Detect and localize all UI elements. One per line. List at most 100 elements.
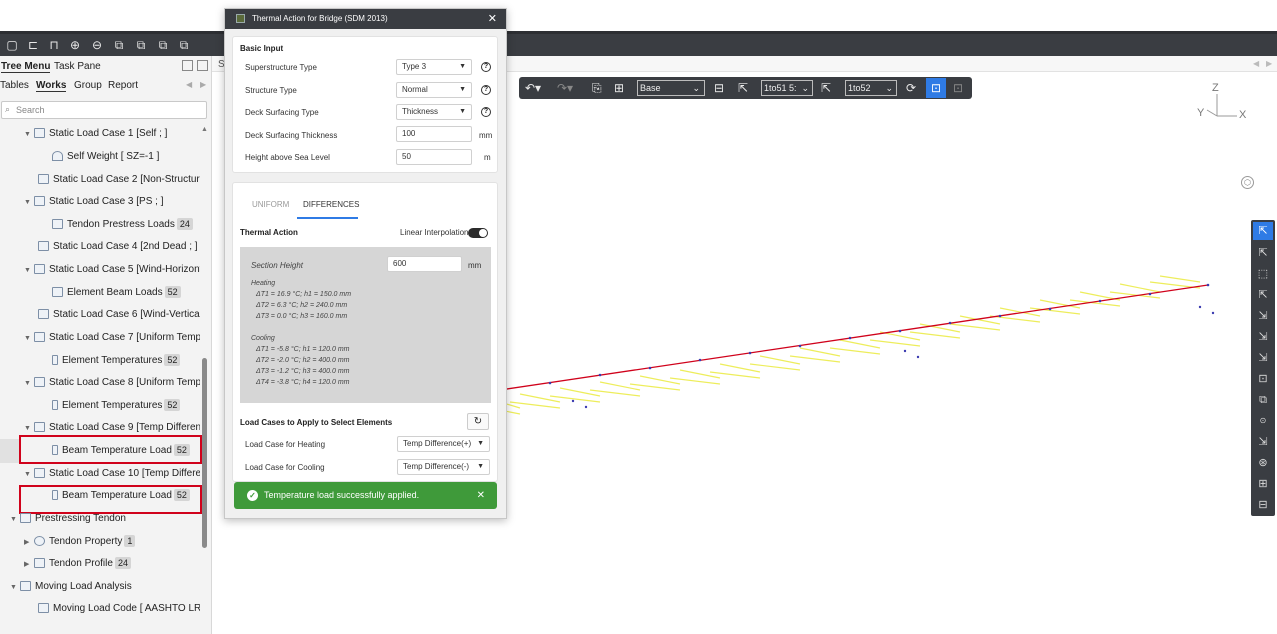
base-select[interactable]: Base ⌄ xyxy=(637,80,705,96)
refresh-icon[interactable]: ⟳ xyxy=(906,80,916,96)
chevron-left-icon[interactable]: ◀ xyxy=(186,80,192,89)
expand-arrow-icon[interactable]: ▼ xyxy=(24,329,34,348)
tree-item-static-load-case-7[interactable]: ▼ Static Load Case 7 [Uniform Temp(- xyxy=(24,328,200,348)
expand-arrow-icon[interactable]: ▼ xyxy=(24,465,34,484)
document-icon[interactable]: ⎘ xyxy=(592,80,602,96)
heating-load-case-select[interactable]: Temp Difference(+) ▼ xyxy=(397,436,490,452)
view-box-icon[interactable]: ⧉ xyxy=(112,38,126,52)
chevron-right-icon[interactable]: ▶ xyxy=(200,80,206,89)
layout-icon[interactable] xyxy=(182,60,193,71)
expand-arrow-icon[interactable]: ▶ xyxy=(24,533,34,552)
caret-down-icon: ▼ xyxy=(459,108,466,115)
section-height-input[interactable]: 600 xyxy=(387,256,462,272)
deck-surfacing-thickness-input[interactable]: 100 xyxy=(396,126,472,142)
filter-icon[interactable]: ⊞ xyxy=(614,80,624,96)
tree-item-prestressing-tendon[interactable]: ▼ Prestressing Tendon xyxy=(10,509,200,529)
tree-item-element-temperatures[interactable]: Element Temperatures 52 xyxy=(52,351,202,371)
cooling-load-case-select[interactable]: Temp Difference(-) ▼ xyxy=(397,459,490,475)
expand-arrow-icon[interactable]: ▼ xyxy=(24,125,34,144)
help-icon[interactable]: ? xyxy=(481,85,491,95)
tab-tables[interactable]: Tables xyxy=(0,80,29,91)
new-file-icon[interactable]: ▢ xyxy=(5,38,19,52)
pointer-icon[interactable]: ⇱ xyxy=(738,80,748,96)
select-plane-icon[interactable]: ⇲ xyxy=(1255,329,1271,345)
tree-item-moving-load-analysis[interactable]: ▼ Moving Load Analysis xyxy=(10,577,200,597)
select-line-icon[interactable]: ⇲ xyxy=(1255,308,1271,324)
tab-group[interactable]: Group xyxy=(74,80,102,91)
close-icon[interactable]: ✕ xyxy=(477,482,485,509)
tab-tree-menu[interactable]: Tree Menu xyxy=(1,61,51,73)
chevron-left-icon[interactable]: ◀ xyxy=(1253,59,1259,68)
tree-item-static-load-case-10[interactable]: ▼ Static Load Case 10 [Temp Differen xyxy=(24,464,200,484)
unlock-icon[interactable]: ⊡ xyxy=(931,80,941,96)
tab-works[interactable]: Works xyxy=(36,80,67,92)
grid-icon[interactable]: ⊟ xyxy=(714,80,724,96)
expand-arrow-icon[interactable]: ▼ xyxy=(24,261,34,280)
select-icon[interactable]: ⇱ xyxy=(1255,223,1271,239)
expand-arrow-icon[interactable]: ▼ xyxy=(24,193,34,212)
deck-surfacing-type-select[interactable]: Thickness ▼ xyxy=(396,104,472,120)
tab-differences[interactable]: DIFFERENCES xyxy=(303,200,359,209)
tree-item-static-load-case-1[interactable]: ▼ Static Load Case 1 [Self ; ] xyxy=(24,124,204,144)
view-box-4-icon[interactable]: ⧉ xyxy=(177,38,191,52)
tree-item-static-load-case-8[interactable]: ▼ Static Load Case 8 [Uniform Temp(- xyxy=(24,373,200,393)
select-group-icon[interactable]: ⊛ xyxy=(1255,455,1271,471)
dialog-title: Thermal Action for Bridge (SDM 2013) xyxy=(252,14,388,23)
expand-arrow-icon[interactable]: ▼ xyxy=(10,510,20,529)
tree-item-element-temperatures[interactable]: Element Temperatures 52 xyxy=(52,396,202,416)
chevron-right-icon[interactable]: ▶ xyxy=(1266,59,1272,68)
tree-item-static-load-case-3[interactable]: ▼ Static Load Case 3 [PS ; ] xyxy=(24,192,204,212)
lock-icon[interactable]: ⊡ xyxy=(953,80,963,96)
dialog-title-bar[interactable]: Thermal Action for Bridge (SDM 2013) ✕ xyxy=(225,9,506,29)
select-polygon-icon[interactable]: ⇱ xyxy=(1255,287,1271,303)
height-above-sea-input[interactable]: 50 xyxy=(396,149,472,165)
tree-item-tendon-prestress-loads[interactable]: Tendon Prestress Loads 24 xyxy=(52,215,202,235)
tree-item-moving-load-code[interactable]: Moving Load Code [ AASHTO LRFD xyxy=(38,599,200,619)
tree-item-tendon-property[interactable]: ▶ Tendon Property 1 xyxy=(24,532,200,552)
scroll-up-icon[interactable]: ▲ xyxy=(201,126,208,133)
tree-item-static-load-case-6[interactable]: Static Load Case 6 [Wind-Vertical ; xyxy=(38,305,200,325)
select-element-icon[interactable]: ⇲ xyxy=(1255,434,1271,450)
expand-arrow-icon[interactable]: ▼ xyxy=(10,578,20,597)
undo-icon[interactable]: ↶▾ xyxy=(525,80,541,96)
select-solid-icon[interactable]: ⧉ xyxy=(1255,392,1271,408)
folder-icon[interactable]: ⊓ xyxy=(47,38,61,52)
tree-item-label: Static Load Case 3 [PS ; ] xyxy=(49,196,164,207)
tab-task-pane[interactable]: Task Pane xyxy=(54,61,101,72)
refresh-button[interactable]: ↻ xyxy=(467,413,489,430)
select-property-icon[interactable]: ⊞ xyxy=(1255,476,1271,492)
expand-arrow-icon[interactable]: ▶ xyxy=(24,555,34,574)
tab-uniform[interactable]: UNIFORM xyxy=(252,200,289,209)
tree-item-self-weight[interactable]: Self Weight [ SZ=-1 ] xyxy=(52,147,202,167)
select-frame-icon[interactable]: ⊡ xyxy=(1255,371,1271,387)
split-layout-icon[interactable] xyxy=(197,60,208,71)
tree-scrollbar[interactable] xyxy=(202,358,207,548)
select-node-icon[interactable]: ⊙ xyxy=(1255,413,1271,429)
select-identify-icon[interactable]: ⊟ xyxy=(1255,497,1271,513)
structure-type-select[interactable]: Normal ▼ xyxy=(396,82,472,98)
help-icon[interactable]: ? xyxy=(481,107,491,117)
zoom-out-icon[interactable]: ⊖ xyxy=(90,38,104,52)
view-box-2-icon[interactable]: ⧉ xyxy=(134,38,148,52)
select-volume-icon[interactable]: ⇲ xyxy=(1255,350,1271,366)
view-box-3-icon[interactable]: ⧉ xyxy=(156,38,170,52)
stage-from-select[interactable]: 1to51 5: ⌄ xyxy=(761,80,813,96)
tree-item-static-load-case-4[interactable]: Static Load Case 4 [2nd Dead ; ] xyxy=(38,237,200,257)
expand-arrow-icon[interactable]: ▼ xyxy=(24,374,34,393)
open-folder-icon[interactable]: ⊏ xyxy=(26,38,40,52)
select-box-icon[interactable]: ⬚ xyxy=(1255,266,1271,282)
tree-item-static-load-case-2[interactable]: Static Load Case 2 [Non-Structure l xyxy=(38,170,200,190)
tab-report[interactable]: Report xyxy=(108,80,138,91)
tree-item-static-load-case-5[interactable]: ▼ Static Load Case 5 [Wind-Horizonta xyxy=(24,260,200,280)
superstructure-type-select[interactable]: Type 3 ▼ xyxy=(396,59,472,75)
tree-item-element-beam-loads[interactable]: Element Beam Loads 52 xyxy=(52,283,202,303)
stage-pointer-icon[interactable]: ⇱ xyxy=(821,80,831,96)
close-icon[interactable]: ✕ xyxy=(488,9,497,29)
zoom-in-icon[interactable]: ⊕ xyxy=(68,38,82,52)
redo-icon[interactable]: ↷▾ xyxy=(557,80,573,96)
help-icon[interactable]: ? xyxy=(481,62,491,72)
tree-item-tendon-profile[interactable]: ▶ Tendon Profile 24 xyxy=(24,554,200,574)
select-window-icon[interactable]: ⇱ xyxy=(1255,245,1271,261)
view-cube-icon[interactable]: ⬡ xyxy=(1241,176,1254,189)
stage-to-select[interactable]: 1to52 ⌄ xyxy=(845,80,897,96)
